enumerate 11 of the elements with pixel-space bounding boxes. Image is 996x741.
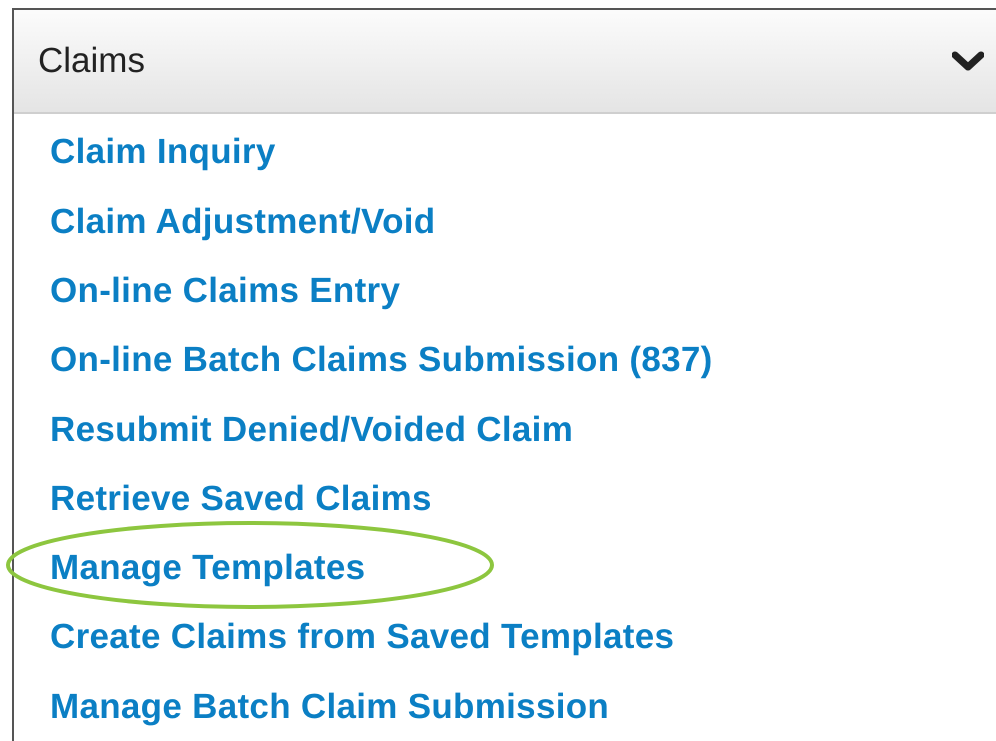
menu-link[interactable]: Claim Inquiry (50, 126, 276, 179)
menu-link[interactable]: Manage Batch Claim Submission (50, 680, 610, 734)
menu-link[interactable]: Create Claims from Saved Templates (50, 611, 674, 664)
menu-link[interactable]: Resubmit Denied/Voided Claim (50, 404, 574, 456)
menu-link[interactable]: On-line Batch Claims Submission (837) (50, 334, 713, 387)
panel-header[interactable]: Claims (14, 10, 996, 114)
panel-title: Claims (38, 40, 145, 82)
menu-link[interactable]: On-line Claims Entry (50, 264, 400, 318)
menu-link[interactable]: Claim Adjustment/Void (50, 196, 436, 248)
chevron-down-icon[interactable] (952, 50, 984, 72)
menu-link[interactable]: Retrieve Saved Claims (50, 472, 432, 526)
